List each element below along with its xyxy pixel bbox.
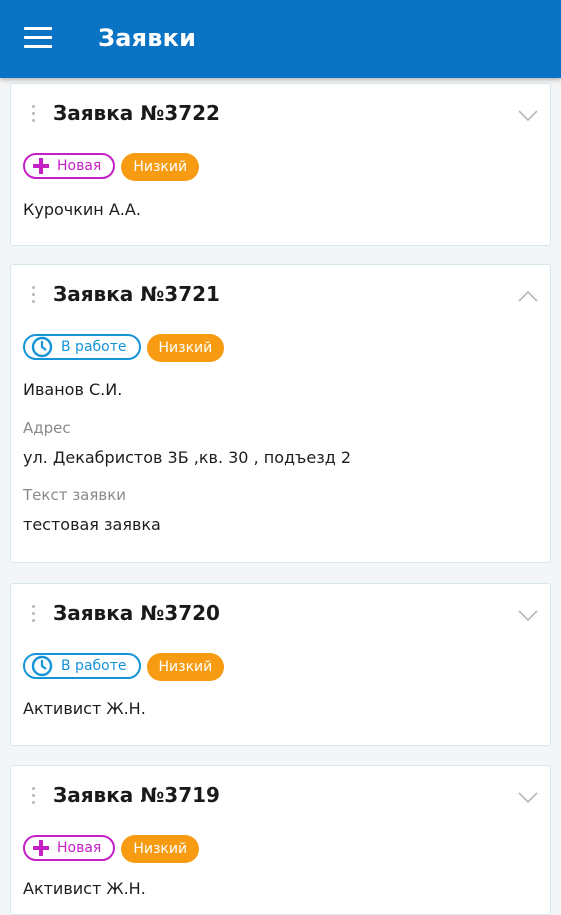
priority-badge: Низкий — [121, 153, 200, 181]
plus-icon — [33, 158, 49, 174]
chevron-down-icon[interactable] — [518, 610, 538, 622]
request-title: Заявка №3721 — [53, 282, 220, 306]
status-badge-new: Новая — [23, 835, 116, 861]
badge-row: Новая Низкий — [23, 835, 200, 863]
status-label: Новая — [57, 840, 102, 856]
assignee-name: Активист Ж.Н. — [23, 699, 146, 718]
clock-icon — [31, 655, 53, 677]
drag-handle-icon[interactable] — [32, 286, 36, 307]
chevron-up-icon[interactable] — [518, 290, 538, 302]
badge-row: В работе Низкий — [23, 653, 225, 681]
request-title: Заявка №3720 — [53, 601, 220, 625]
address-value: ул. Декабристов 3Б ,кв. 30 , подъезд 2 — [23, 448, 352, 467]
status-label: В работе — [61, 339, 127, 355]
assignee-name: Иванов С.И. — [23, 380, 123, 399]
badge-row: В работе Низкий — [23, 334, 225, 362]
assignee-name: Курочкин А.А. — [23, 200, 141, 219]
assignee-name: Активист Ж.Н. — [23, 879, 146, 898]
drag-handle-icon[interactable] — [32, 787, 36, 808]
request-text-value: тестовая заявка — [23, 515, 161, 534]
status-label: В работе — [61, 658, 127, 674]
request-card[interactable]: Заявка №3719 Новая Низкий Активист Ж.Н. — [10, 765, 551, 915]
request-card[interactable]: Заявка №3720 В работе Низкий Активист Ж.… — [10, 583, 551, 746]
priority-badge: Низкий — [146, 334, 225, 362]
request-text-label: Текст заявки — [23, 486, 127, 504]
priority-badge: Низкий — [146, 653, 225, 681]
clock-icon — [31, 336, 53, 358]
status-badge-in-work: В работе — [23, 334, 141, 360]
request-title: Заявка №3722 — [53, 101, 220, 125]
address-label: Адрес — [23, 419, 71, 437]
chevron-down-icon[interactable] — [518, 110, 538, 122]
badge-row: Новая Низкий — [23, 153, 200, 181]
plus-icon — [33, 840, 49, 856]
request-card[interactable]: Заявка №3721 В работе Низкий Иванов С.И.… — [10, 264, 551, 563]
status-label: Новая — [57, 158, 102, 174]
request-card[interactable]: Заявка №3722 Новая Низкий Курочкин А.А. — [10, 83, 551, 246]
status-badge-in-work: В работе — [23, 653, 141, 679]
priority-badge: Низкий — [121, 835, 200, 863]
app-bar: Заявки — [0, 0, 561, 78]
status-badge-new: Новая — [23, 153, 116, 179]
chevron-down-icon[interactable] — [518, 792, 538, 804]
request-title: Заявка №3719 — [53, 783, 220, 807]
drag-handle-icon[interactable] — [32, 605, 36, 626]
page-title: Заявки — [98, 24, 197, 52]
drag-handle-icon[interactable] — [32, 105, 36, 126]
menu-icon[interactable] — [24, 27, 52, 49]
